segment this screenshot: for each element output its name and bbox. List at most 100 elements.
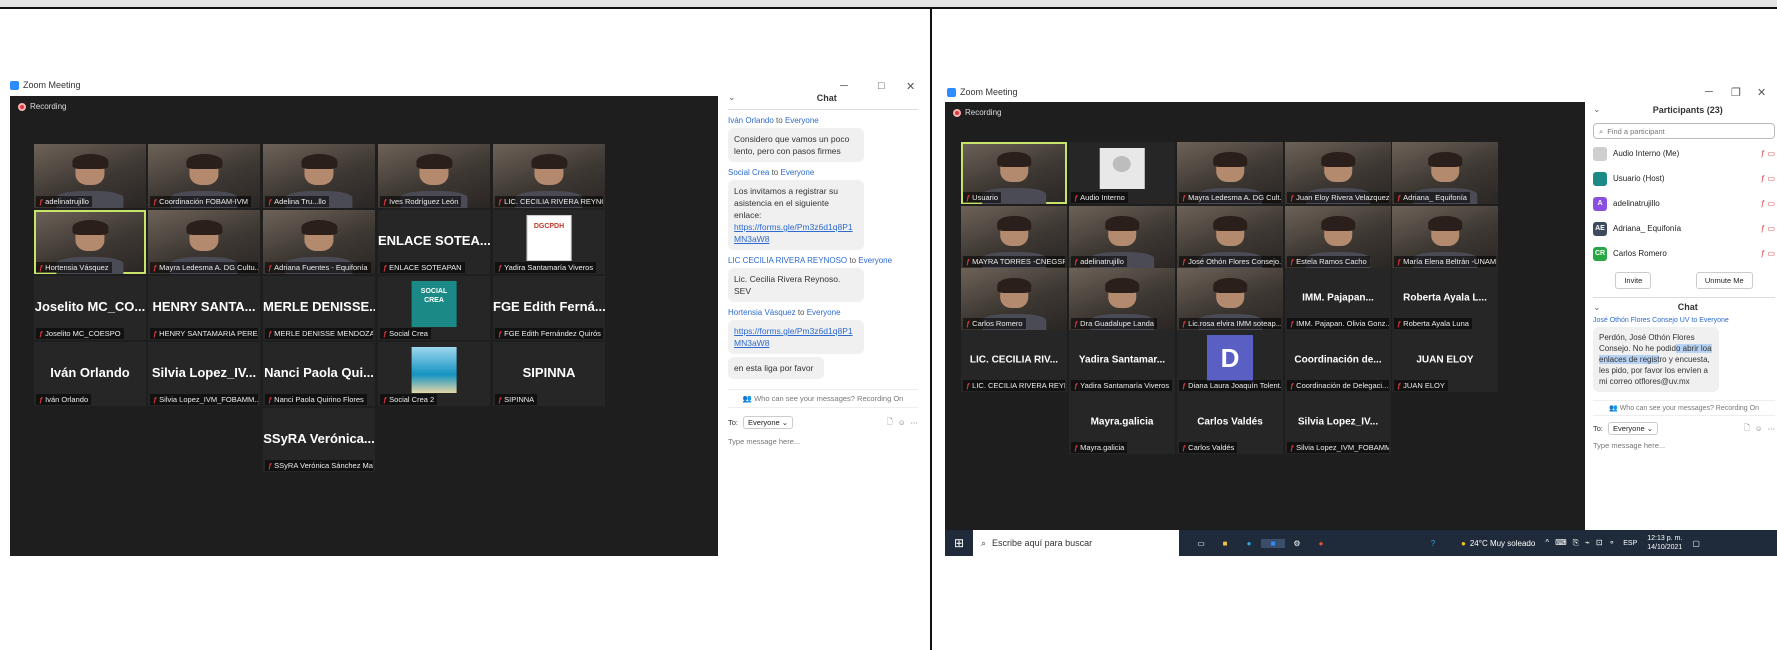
chevron-down-icon[interactable]: ⌄ (1593, 104, 1601, 115)
taskbar-search-box[interactable]: ⌕ Escribe aquí para buscar (973, 530, 1179, 556)
participant-tile[interactable]: Mayra.galicia ƒ Mayra.galicia (1069, 392, 1175, 454)
participant-tile[interactable]: LIC. CECILIA RIV... ƒ LIC. CECILIA RIVERA … (961, 330, 1067, 392)
participant-tile[interactable]: SIPINNA ƒ SIPINNA (493, 342, 605, 406)
muted-mic-icon: ƒ (498, 395, 503, 404)
unmute-button[interactable]: Unmute Me (1695, 272, 1753, 289)
recipient-dropdown[interactable]: Everyone ⌄ (1608, 422, 1659, 435)
participant-tile[interactable]: MERLE DENISSE... ƒ MERLE DENISSE MENDOZA .… (263, 276, 375, 340)
participant-label: ƒ HENRY SANTAMARIA PEREZ (150, 328, 258, 339)
message-link[interactable]: https://forms.gle/Pm3z6d1q8P1MN3aW8 (734, 325, 858, 349)
participant-tile[interactable]: HENRY SANTA... ƒ HENRY SANTAMARIA PEREZ (148, 276, 260, 340)
default-avatar-icon (1099, 148, 1145, 190)
participant-tile[interactable]: SOCIAL CREA ƒ Social Crea (378, 276, 490, 340)
participant-tile[interactable]: ƒ Mayra Ledesma A. DG Cult... (1177, 142, 1283, 204)
participant-tile[interactable]: Dƒ Diana Laura Joaquín Tolent... (1177, 330, 1283, 392)
participant-tile[interactable]: ƒ Usuario (961, 142, 1067, 204)
participant-tile[interactable]: Roberta Ayala L... ƒ Roberta Ayala Luna (1392, 268, 1498, 330)
edge-browser-icon[interactable]: ● (1237, 539, 1261, 548)
participant-tile[interactable]: ƒ Social Crea 2 (378, 342, 490, 406)
participant-tile[interactable]: ƒ Juan Eloy Rivera Velazquez (1285, 142, 1391, 204)
participant-tile[interactable]: ƒ adelinatrujillo (1069, 206, 1175, 268)
emoji-icon[interactable]: ☺ (898, 418, 906, 427)
more-icon[interactable]: ⋯ (1768, 424, 1776, 433)
muted-mic-icon: ƒ (1397, 381, 1402, 390)
clock[interactable]: 12:13 p. m. 14/10/2021 (1647, 534, 1682, 552)
tray-icons[interactable]: ^⌨⎘⌁⊡⚬ (1545, 538, 1621, 548)
participant-tile[interactable]: ƒ Coordinación FOBAM-IVM (148, 144, 260, 208)
participant-tile[interactable]: Yadira Santamar... ƒ Yadira Santamaría Viv… (1069, 330, 1175, 392)
participant-row[interactable]: CR Carlos Romero ƒ ▭ (1593, 241, 1775, 266)
file-icon[interactable]: 🗋 (1744, 422, 1750, 435)
participant-tile[interactable]: Iván Orlando ƒ Iván Orlando (34, 342, 146, 406)
participant-row[interactable]: Audio Interno (Me) ƒ ▭ (1593, 141, 1775, 166)
participant-tile[interactable]: ƒ Adriana_ Equifonía (1392, 142, 1498, 204)
participant-tile[interactable]: ƒ Adriana Fuentes - Equifonía (263, 210, 375, 274)
participant-tile[interactable]: SSyRA Verónica... ƒ SSyRA Verónica Sánchez… (263, 408, 375, 472)
maximize-button[interactable]: ❐ (1731, 86, 1741, 99)
participant-tile[interactable]: ƒ MAYRA TORRES -CNEGSR (961, 206, 1067, 268)
participant-row[interactable]: Aadelinatrujillo ƒ ▭ (1593, 191, 1775, 216)
participant-tile[interactable]: ƒ José Othón Flores Consejo... (1177, 206, 1283, 268)
participant-tile[interactable]: Nanci Paola Qui... ƒ Nanci Paola Quirino F… (263, 342, 375, 406)
participants-header: Participants (23) (1652, 104, 1723, 115)
participant-row[interactable]: Usuario (Host) ƒ ▭ (1593, 166, 1775, 191)
participant-name: MERLE DENISSE... (263, 299, 375, 314)
participant-tile[interactable]: ƒ María Elena Beltrán -UNAM (1392, 206, 1498, 268)
notification-icon[interactable]: ▢ (1692, 539, 1700, 548)
participant-tile[interactable]: FGE Edith Ferná... ƒ FGE Edith Fernández Q… (493, 276, 605, 340)
help-icon[interactable]: ? (1423, 539, 1443, 548)
participant-tile[interactable]: ƒLIC. CECILIA RIVERA REYNOSO (493, 144, 605, 208)
minimize-button[interactable]: ─ (840, 80, 848, 92)
participant-tile[interactable]: Coordinación de... ƒ Coordinación de Deleg… (1285, 330, 1391, 392)
participant-tile[interactable]: IMM. Pajapan... ƒ IMM. Pajapan. Olivia Gon… (1285, 268, 1391, 330)
participant-face (71, 220, 109, 251)
chat-visibility-note[interactable]: 👥 Who can see your messages? Recording O… (728, 389, 918, 408)
chevron-down-icon[interactable]: ⌄ (728, 92, 736, 103)
chevron-down-icon[interactable]: ⌄ (1593, 302, 1601, 313)
muted-mic-icon: ƒ (1397, 257, 1402, 266)
language-indicator[interactable]: ESP (1623, 540, 1637, 547)
zoom-app-icon[interactable]: ■ (1261, 538, 1285, 548)
maximize-button[interactable]: □ (878, 80, 885, 92)
participant-tile[interactable]: ƒ Carlos Romero (961, 268, 1067, 330)
settings-icon[interactable]: ⚙ (1285, 539, 1309, 548)
participant-tile[interactable]: ƒ Mayra Ledesma A. DG Cultu... (148, 210, 260, 274)
participant-tile[interactable]: DGCPDH ƒ Yadira Santamaría Viveros (493, 210, 605, 274)
invite-button[interactable]: Invite (1615, 272, 1652, 289)
file-explorer-icon[interactable]: ■ (1213, 539, 1237, 548)
windows-start-icon[interactable]: ⊞ (945, 536, 973, 550)
participant-tile[interactable]: ƒ Hortensia Vásquez (34, 210, 146, 274)
chat-visibility-note[interactable]: 👥 Who can see your messages? Recording O… (1593, 400, 1775, 416)
file-icon[interactable]: 🗋 (887, 416, 893, 429)
participant-tile[interactable]: Carlos Valdés ƒ Carlos Valdés (1177, 392, 1283, 454)
participant-tile[interactable]: Silvia Lopez_IV... ƒ Silvia Lopez_IVM_FOBA… (1285, 392, 1391, 454)
participant-tile[interactable]: ENLACE SOTEA... ƒ ENLACE SOTEAPAN (378, 210, 490, 274)
participant-tile[interactable]: ƒ Estela Ramos Cacho (1285, 206, 1391, 268)
presentation-app-icon[interactable]: ● (1309, 539, 1333, 548)
participant-tile[interactable]: Joselito MC_CO... ƒ Joselito MC_COESPO (34, 276, 146, 340)
recipient-dropdown[interactable]: Everyone ⌄ (743, 416, 794, 429)
participant-label: ƒ Iván Orlando (36, 394, 92, 405)
close-button[interactable]: ✕ (1757, 86, 1766, 99)
chat-message-input[interactable]: Type message here... (1593, 441, 1775, 450)
weather-text[interactable]: 24°C Muy soleado (1470, 539, 1535, 548)
more-icon[interactable]: ⋯ (911, 418, 919, 427)
left-zoom-window: Zoom Meeting ─ □ ✕ Recording ƒ adelinatru… (8, 78, 920, 558)
participant-tile[interactable]: JUAN ELOY ƒ JUAN ELOY (1392, 330, 1498, 392)
participant-tile[interactable]: ƒ Dra Guadalupe Landa (1069, 268, 1175, 330)
task-view-icon[interactable]: ▭ (1189, 539, 1213, 548)
participant-search-input[interactable]: ⌕ Find a participant (1593, 123, 1775, 139)
message-link[interactable]: https://forms.gle/Pm3z6d1q8P1MN3aW8 (734, 221, 858, 245)
emoji-icon[interactable]: ☺ (1755, 424, 1763, 433)
participant-tile[interactable]: ƒ adelinatrujillo (34, 144, 146, 208)
participant-tile[interactable]: ƒ Lic.rosa elvira IMM soteap... (1177, 268, 1283, 330)
chat-message-input[interactable]: Type message here... (728, 437, 918, 446)
left-video-gallery: Recording ƒ adelinatrujillo ƒ Coordinación … (10, 96, 718, 556)
participant-name: Mayra.galicia (1090, 416, 1154, 428)
participant-tile[interactable]: Silvia Lopez_IV... ƒ Silvia Lopez_IVM_FOBA… (148, 342, 260, 406)
minimize-button[interactable]: ─ (1705, 86, 1713, 98)
participant-row[interactable]: AE Adriana_ Equifonía ƒ ▭ (1593, 216, 1775, 241)
participant-tile[interactable]: ƒ Ives Rodríguez León (378, 144, 490, 208)
participant-tile[interactable]: ƒ Audio Interno (1069, 142, 1175, 204)
participant-tile[interactable]: ƒ Adelina Tru...llo (263, 144, 375, 208)
